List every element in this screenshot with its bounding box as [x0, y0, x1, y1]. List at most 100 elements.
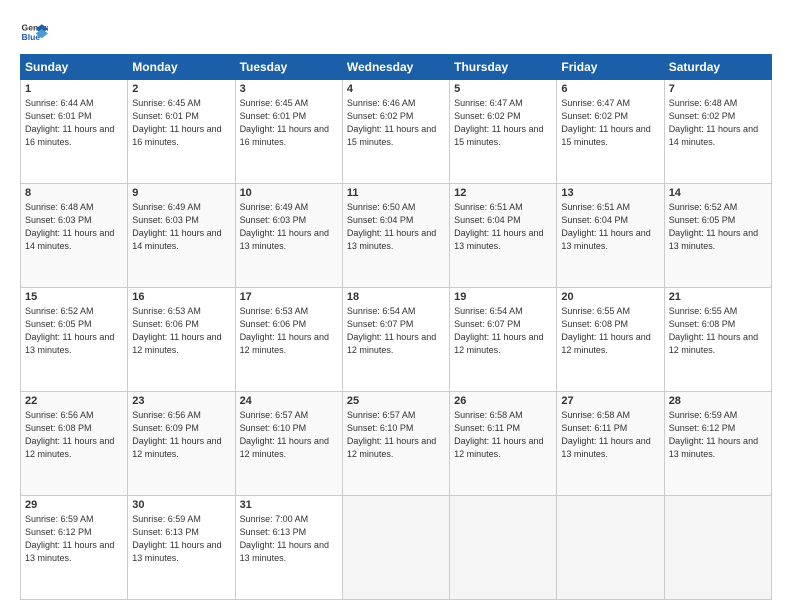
- cell-info: Sunrise: 6:54 AMSunset: 6:07 PMDaylight:…: [454, 305, 552, 357]
- cell-info: Sunrise: 6:55 AMSunset: 6:08 PMDaylight:…: [561, 305, 659, 357]
- cell-info: Sunrise: 6:53 AMSunset: 6:06 PMDaylight:…: [132, 305, 230, 357]
- cell-info: Sunrise: 6:57 AMSunset: 6:10 PMDaylight:…: [347, 409, 445, 461]
- cell-info: Sunrise: 6:58 AMSunset: 6:11 PMDaylight:…: [454, 409, 552, 461]
- cell-info: Sunrise: 6:48 AMSunset: 6:02 PMDaylight:…: [669, 97, 767, 149]
- cell-info: Sunrise: 6:45 AMSunset: 6:01 PMDaylight:…: [132, 97, 230, 149]
- header: General Blue: [20, 18, 772, 46]
- cell-info: Sunrise: 6:44 AMSunset: 6:01 PMDaylight:…: [25, 97, 123, 149]
- header-cell-friday: Friday: [557, 55, 664, 80]
- cell-info: Sunrise: 6:49 AMSunset: 6:03 PMDaylight:…: [240, 201, 338, 253]
- logo-icon: General Blue: [20, 18, 48, 46]
- week-row-4: 29 Sunrise: 6:59 AMSunset: 6:12 PMDayligh…: [21, 496, 772, 600]
- day-number: 22: [25, 395, 123, 407]
- day-number: 27: [561, 395, 659, 407]
- header-cell-sunday: Sunday: [21, 55, 128, 80]
- day-number: 26: [454, 395, 552, 407]
- day-number: 24: [240, 395, 338, 407]
- day-number: 4: [347, 83, 445, 95]
- calendar-cell: 30 Sunrise: 6:59 AMSunset: 6:13 PMDayligh…: [128, 496, 235, 600]
- calendar-cell: 9 Sunrise: 6:49 AMSunset: 6:03 PMDaylight…: [128, 184, 235, 288]
- calendar-cell: 10 Sunrise: 6:49 AMSunset: 6:03 PMDayligh…: [235, 184, 342, 288]
- calendar-cell: 31 Sunrise: 7:00 AMSunset: 6:13 PMDayligh…: [235, 496, 342, 600]
- calendar-cell: 29 Sunrise: 6:59 AMSunset: 6:12 PMDayligh…: [21, 496, 128, 600]
- cell-info: Sunrise: 6:49 AMSunset: 6:03 PMDaylight:…: [132, 201, 230, 253]
- calendar-cell: 26 Sunrise: 6:58 AMSunset: 6:11 PMDayligh…: [450, 392, 557, 496]
- calendar-cell: 2Sunrise: 6:45 AMSunset: 6:01 PMDaylight…: [128, 80, 235, 184]
- day-number: 13: [561, 187, 659, 199]
- cell-info: Sunrise: 6:52 AMSunset: 6:05 PMDaylight:…: [25, 305, 123, 357]
- cell-info: Sunrise: 6:59 AMSunset: 6:12 PMDaylight:…: [669, 409, 767, 461]
- day-number: 5: [454, 83, 552, 95]
- day-number: 20: [561, 291, 659, 303]
- calendar-cell: 18 Sunrise: 6:54 AMSunset: 6:07 PMDayligh…: [342, 288, 449, 392]
- day-number: 12: [454, 187, 552, 199]
- day-number: 23: [132, 395, 230, 407]
- header-row: SundayMondayTuesdayWednesdayThursdayFrid…: [21, 55, 772, 80]
- day-number: 16: [132, 291, 230, 303]
- week-row-3: 22 Sunrise: 6:56 AMSunset: 6:08 PMDayligh…: [21, 392, 772, 496]
- cell-info: Sunrise: 6:45 AMSunset: 6:01 PMDaylight:…: [240, 97, 338, 149]
- day-number: 29: [25, 499, 123, 511]
- cell-info: Sunrise: 6:57 AMSunset: 6:10 PMDaylight:…: [240, 409, 338, 461]
- day-number: 9: [132, 187, 230, 199]
- day-number: 10: [240, 187, 338, 199]
- cell-info: Sunrise: 6:55 AMSunset: 6:08 PMDaylight:…: [669, 305, 767, 357]
- week-row-2: 15 Sunrise: 6:52 AMSunset: 6:05 PMDayligh…: [21, 288, 772, 392]
- calendar-cell: 1 Sunrise: 6:44 AMSunset: 6:01 PMDaylight…: [21, 80, 128, 184]
- cell-info: Sunrise: 7:00 AMSunset: 6:13 PMDaylight:…: [240, 513, 338, 565]
- cell-info: Sunrise: 6:54 AMSunset: 6:07 PMDaylight:…: [347, 305, 445, 357]
- day-number: 18: [347, 291, 445, 303]
- calendar-cell: 14 Sunrise: 6:52 AMSunset: 6:05 PMDayligh…: [664, 184, 771, 288]
- calendar-cell: 6 Sunrise: 6:47 AMSunset: 6:02 PMDaylight…: [557, 80, 664, 184]
- calendar-cell: 25Sunrise: 6:57 AMSunset: 6:10 PMDayligh…: [342, 392, 449, 496]
- day-number: 31: [240, 499, 338, 511]
- header-cell-saturday: Saturday: [664, 55, 771, 80]
- calendar: SundayMondayTuesdayWednesdayThursdayFrid…: [20, 54, 772, 600]
- cell-info: Sunrise: 6:59 AMSunset: 6:12 PMDaylight:…: [25, 513, 123, 565]
- page: General Blue SundayMondayTuesdayWednesda…: [0, 0, 792, 612]
- calendar-cell: 8 Sunrise: 6:48 AMSunset: 6:03 PMDaylight…: [21, 184, 128, 288]
- calendar-header: SundayMondayTuesdayWednesdayThursdayFrid…: [21, 55, 772, 80]
- header-cell-wednesday: Wednesday: [342, 55, 449, 80]
- calendar-cell: 12 Sunrise: 6:51 AMSunset: 6:04 PMDayligh…: [450, 184, 557, 288]
- cell-info: Sunrise: 6:51 AMSunset: 6:04 PMDaylight:…: [454, 201, 552, 253]
- day-number: 6: [561, 83, 659, 95]
- cell-info: Sunrise: 6:47 AMSunset: 6:02 PMDaylight:…: [561, 97, 659, 149]
- calendar-cell: 3 Sunrise: 6:45 AMSunset: 6:01 PMDaylight…: [235, 80, 342, 184]
- calendar-cell: 19 Sunrise: 6:54 AMSunset: 6:07 PMDayligh…: [450, 288, 557, 392]
- cell-info: Sunrise: 6:52 AMSunset: 6:05 PMDaylight:…: [669, 201, 767, 253]
- calendar-cell: 28Sunrise: 6:59 AMSunset: 6:12 PMDayligh…: [664, 392, 771, 496]
- cell-info: Sunrise: 6:58 AMSunset: 6:11 PMDaylight:…: [561, 409, 659, 461]
- calendar-cell: 23 Sunrise: 6:56 AMSunset: 6:09 PMDayligh…: [128, 392, 235, 496]
- header-cell-monday: Monday: [128, 55, 235, 80]
- cell-info: Sunrise: 6:59 AMSunset: 6:13 PMDaylight:…: [132, 513, 230, 565]
- calendar-body: 1 Sunrise: 6:44 AMSunset: 6:01 PMDaylight…: [21, 80, 772, 600]
- day-number: 21: [669, 291, 767, 303]
- cell-info: Sunrise: 6:53 AMSunset: 6:06 PMDaylight:…: [240, 305, 338, 357]
- calendar-cell: 16 Sunrise: 6:53 AMSunset: 6:06 PMDayligh…: [128, 288, 235, 392]
- calendar-cell: 27 Sunrise: 6:58 AMSunset: 6:11 PMDayligh…: [557, 392, 664, 496]
- calendar-cell: 24 Sunrise: 6:57 AMSunset: 6:10 PMDayligh…: [235, 392, 342, 496]
- calendar-cell: 7Sunrise: 6:48 AMSunset: 6:02 PMDaylight…: [664, 80, 771, 184]
- cell-info: Sunrise: 6:51 AMSunset: 6:04 PMDaylight:…: [561, 201, 659, 253]
- day-number: 8: [25, 187, 123, 199]
- day-number: 15: [25, 291, 123, 303]
- cell-info: Sunrise: 6:48 AMSunset: 6:03 PMDaylight:…: [25, 201, 123, 253]
- calendar-cell: 22 Sunrise: 6:56 AMSunset: 6:08 PMDayligh…: [21, 392, 128, 496]
- calendar-cell: 5Sunrise: 6:47 AMSunset: 6:02 PMDaylight…: [450, 80, 557, 184]
- cell-info: Sunrise: 6:56 AMSunset: 6:08 PMDaylight:…: [25, 409, 123, 461]
- cell-info: Sunrise: 6:56 AMSunset: 6:09 PMDaylight:…: [132, 409, 230, 461]
- day-number: 1: [25, 83, 123, 95]
- calendar-cell: 20 Sunrise: 6:55 AMSunset: 6:08 PMDayligh…: [557, 288, 664, 392]
- calendar-cell: 15 Sunrise: 6:52 AMSunset: 6:05 PMDayligh…: [21, 288, 128, 392]
- calendar-cell: [664, 496, 771, 600]
- header-cell-tuesday: Tuesday: [235, 55, 342, 80]
- day-number: 17: [240, 291, 338, 303]
- calendar-cell: [450, 496, 557, 600]
- day-number: 3: [240, 83, 338, 95]
- day-number: 19: [454, 291, 552, 303]
- calendar-cell: 17 Sunrise: 6:53 AMSunset: 6:06 PMDayligh…: [235, 288, 342, 392]
- day-number: 30: [132, 499, 230, 511]
- day-number: 14: [669, 187, 767, 199]
- logo: General Blue: [20, 18, 50, 46]
